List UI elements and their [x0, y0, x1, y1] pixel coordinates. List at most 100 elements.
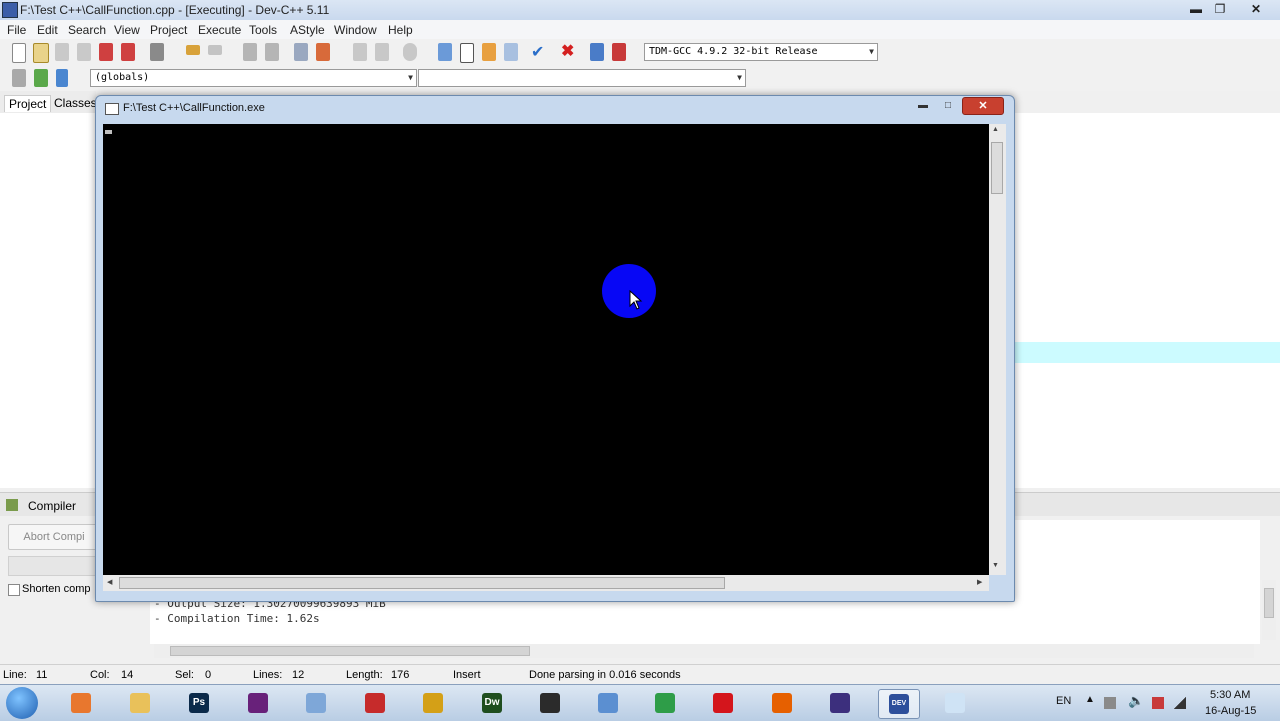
bookmark-icon[interactable] [56, 69, 68, 87]
close-all-icon[interactable] [121, 43, 135, 61]
log-vscroll-thumb[interactable] [1264, 588, 1274, 618]
console-window[interactable]: F:\Test C++\CallFunction.exe ▬ □ ✕ ▲ ▼ ◀… [95, 95, 1015, 602]
taskbar-chrome-button[interactable] [645, 689, 685, 717]
compiler-select[interactable]: TDM-GCC 4.9.2 32-bit Release ▼ [644, 43, 878, 61]
undo-icon[interactable] [186, 45, 200, 55]
status-line-label: Line: [3, 669, 27, 681]
taskbar-dev-cpp-button[interactable]: DEV [878, 689, 920, 719]
insert-icon[interactable] [12, 69, 26, 87]
menu-window[interactable]: Window [334, 23, 377, 37]
network-signal-icon[interactable] [1174, 697, 1186, 709]
taskbar-dreamweaver-button[interactable]: Dw [472, 689, 512, 717]
menu-astyle[interactable]: AStyle [290, 23, 325, 37]
show-hidden-icons-icon[interactable]: ▲ [1085, 694, 1095, 705]
menu-tools[interactable]: Tools [249, 23, 277, 37]
profile-icon[interactable] [590, 43, 604, 61]
clock-date[interactable]: 16-Aug-15 [1205, 705, 1256, 717]
function-select[interactable]: ▼ [418, 69, 746, 87]
stop-execution-icon[interactable]: ✖ [561, 41, 574, 61]
action-center-icon[interactable] [1104, 697, 1116, 709]
close-button[interactable]: ✕ [1245, 1, 1267, 17]
virtualbox-icon [306, 693, 326, 713]
minimize-button[interactable]: ▬ [1185, 1, 1207, 17]
volume-icon[interactable]: 🔈 [1128, 693, 1144, 709]
log-line: - Compilation Time: 1.62s [154, 612, 320, 625]
menu-view[interactable]: View [114, 23, 140, 37]
menu-execute[interactable]: Execute [198, 23, 241, 37]
menu-file[interactable]: File [7, 23, 26, 37]
scroll-up-icon[interactable]: ▲ [992, 126, 999, 133]
unindent-icon[interactable] [375, 43, 389, 61]
opera-icon [713, 693, 733, 713]
clock-time[interactable]: 5:30 AM [1210, 689, 1250, 701]
menu-edit[interactable]: Edit [37, 23, 58, 37]
console-vscroll-thumb[interactable] [991, 142, 1003, 194]
find-icon[interactable] [243, 43, 257, 61]
console-minimize-button[interactable]: ▬ [912, 98, 934, 113]
scroll-down-icon[interactable]: ▼ [992, 562, 999, 569]
scroll-right-icon[interactable]: ▶ [977, 578, 982, 586]
goto-icon[interactable] [34, 69, 48, 87]
tools-app-icon [423, 693, 443, 713]
run-icon[interactable] [460, 43, 474, 63]
menu-project[interactable]: Project [150, 23, 187, 37]
print-icon[interactable] [150, 43, 164, 61]
scroll-left-icon[interactable]: ◀ [107, 578, 112, 586]
tab-project[interactable]: Project [4, 95, 52, 112]
chrome-icon [655, 693, 675, 713]
check-syntax-icon[interactable]: ✔ [531, 42, 544, 62]
indent-icon[interactable] [353, 43, 367, 61]
rebuild-icon[interactable] [504, 43, 518, 61]
firefox-icon [772, 693, 792, 713]
taskbar-console-app-button[interactable] [530, 689, 570, 717]
close-file-icon[interactable] [99, 43, 113, 61]
log-hscroll-thumb[interactable] [170, 646, 530, 656]
open-file-icon[interactable] [33, 43, 49, 63]
taskbar-notepad-button[interactable] [935, 689, 975, 717]
compile-run-icon[interactable] [482, 43, 496, 61]
taskbar-eclipse-button[interactable] [820, 689, 860, 717]
shorten-paths-label: Shorten comp [22, 583, 91, 595]
language-indicator[interactable]: EN [1056, 695, 1071, 707]
goto-line-icon[interactable] [294, 43, 308, 61]
scope-select[interactable]: (globals) ▼ [90, 69, 417, 87]
console-hscroll-thumb[interactable] [119, 577, 725, 589]
tab-compiler[interactable]: Compiler [28, 499, 76, 513]
console-close-button[interactable]: ✕ [962, 97, 1004, 115]
mouse-pointer-icon [629, 290, 643, 310]
menu-help[interactable]: Help [388, 23, 413, 37]
restore-button[interactable]: ❐ [1209, 1, 1231, 17]
dreamweaver-icon: Dw [482, 693, 502, 713]
taskbar-file-explorer-button[interactable] [120, 689, 160, 717]
taskbar-virtualbox-button[interactable] [296, 689, 336, 717]
taskbar-network-app-button[interactable] [588, 689, 628, 717]
save-icon[interactable] [55, 43, 69, 61]
log-hscrollbar[interactable] [154, 644, 1254, 658]
taskbar-media-player-button[interactable] [61, 689, 101, 717]
taskbar-ruby-app-button[interactable] [355, 689, 395, 717]
compile-icon[interactable] [438, 43, 452, 61]
tab-classes[interactable]: Classes [50, 95, 101, 111]
notification-icon[interactable] [1152, 697, 1164, 709]
start-button[interactable] [6, 687, 38, 719]
taskbar-firefox-button[interactable] [762, 689, 802, 717]
taskbar-tools-app-button[interactable] [413, 689, 453, 717]
abort-compilation-button[interactable]: Abort Compi [8, 524, 100, 550]
taskbar-visual-studio-button[interactable] [238, 689, 278, 717]
console-hscrollbar[interactable]: ◀ ▶ [103, 575, 989, 591]
toggle-comment-icon[interactable] [403, 43, 417, 61]
shorten-paths-checkbox[interactable] [8, 584, 20, 596]
save-all-icon[interactable] [77, 43, 91, 61]
taskbar-opera-button[interactable] [703, 689, 743, 717]
replace-icon[interactable] [265, 43, 279, 61]
delete-profile-icon[interactable] [612, 43, 626, 61]
console-output[interactable] [103, 124, 989, 575]
console-vscrollbar[interactable]: ▲ ▼ [989, 124, 1006, 575]
menu-search[interactable]: Search [68, 23, 106, 37]
goto-bookmark-icon[interactable] [316, 43, 330, 61]
redo-icon[interactable] [208, 45, 222, 55]
taskbar-photoshop-button[interactable]: Ps [179, 689, 219, 717]
new-file-icon[interactable] [12, 43, 26, 63]
console-maximize-button[interactable]: □ [937, 98, 959, 113]
log-vscrollbar[interactable] [1262, 580, 1276, 640]
